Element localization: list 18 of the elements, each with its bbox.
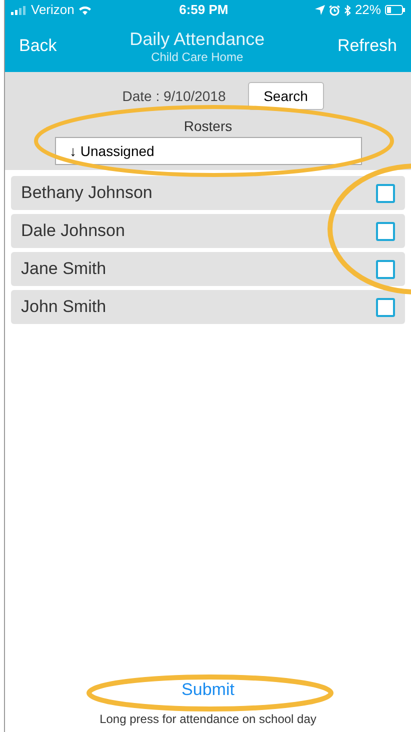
child-row[interactable]: Jane Smith xyxy=(11,252,405,286)
screen-subtitle: Child Care Home xyxy=(151,50,244,64)
clock-time: 6:59 PM xyxy=(179,1,228,20)
child-row[interactable]: John Smith xyxy=(11,290,405,324)
roster-dropdown[interactable]: ↓ Unassigned xyxy=(54,137,362,165)
child-name: Bethany Johnson xyxy=(21,182,152,204)
child-name: John Smith xyxy=(21,296,106,318)
child-row[interactable]: Dale Johnson xyxy=(11,214,405,248)
hint-text: Long press for attendance on school day xyxy=(100,711,316,728)
child-name: Dale Johnson xyxy=(21,220,125,242)
search-button[interactable]: Search xyxy=(248,82,324,110)
battery-percent: 22% xyxy=(354,1,381,20)
carrier-name: Verizon xyxy=(31,1,74,20)
child-row[interactable]: Bethany Johnson xyxy=(11,176,405,210)
date-label: Date : 9/10/2018 xyxy=(122,86,226,106)
child-name: Jane Smith xyxy=(21,258,106,280)
rosters-label: Rosters xyxy=(184,117,232,136)
screen-title: Daily Attendance xyxy=(130,28,265,50)
